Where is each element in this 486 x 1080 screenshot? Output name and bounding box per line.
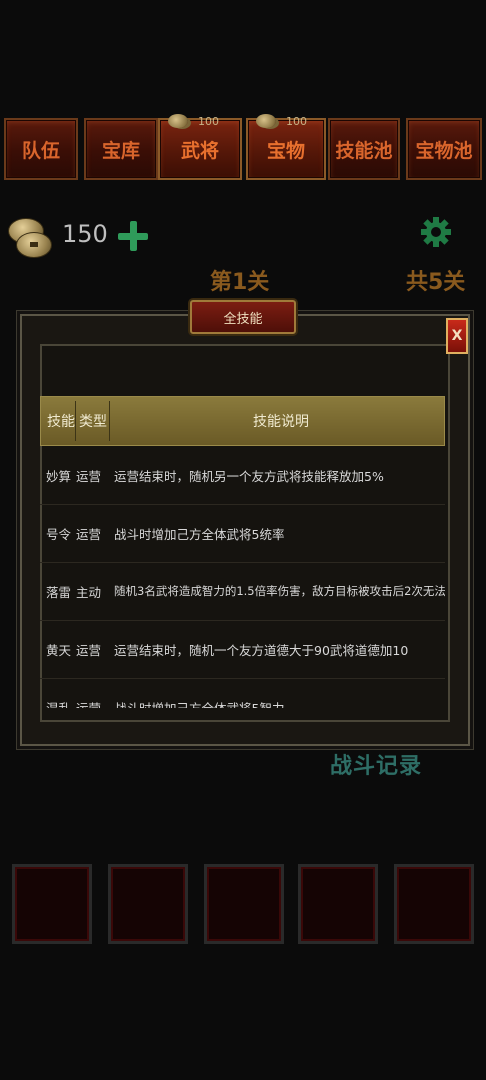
- skill-type: 主动: [76, 584, 102, 600]
- header-type: 类型: [79, 414, 107, 430]
- skill-desc: 随机3名武将造成智力的1.5倍率伤害，敌方目标被攻击后2次无法反伤攻击: [114, 584, 445, 598]
- tab-generals[interactable]: 100 武将: [158, 114, 242, 180]
- tab-treasury[interactable]: 宝库: [84, 118, 158, 180]
- coin-icon: [256, 114, 276, 128]
- tab-label: 宝物池: [415, 139, 473, 162]
- tab-label: 武将: [180, 139, 219, 162]
- tab-label: 宝库: [101, 139, 140, 162]
- skill-type: 运营: [76, 700, 102, 709]
- tab-label: 宝物: [266, 139, 305, 162]
- table-header: 技能 类型 技能说明: [40, 396, 445, 446]
- gold-amount: 150: [62, 220, 108, 248]
- tab-treasure-pool[interactable]: 宝物池: [406, 118, 482, 180]
- table-row: 妙算 运营 运营结束时，随机另一个友方武将技能释放加5%: [40, 446, 445, 505]
- table-row: 黄天 运营 运营结束时，随机一个友方道德大于90武将道德加10: [40, 620, 445, 679]
- coin-icon: [6, 214, 52, 258]
- gear-icon[interactable]: [420, 216, 452, 248]
- tab-skill-pool[interactable]: 技能池: [328, 118, 400, 180]
- skill-name: 黄天: [46, 642, 72, 658]
- coin-icon: [168, 114, 188, 128]
- skill-name: 妙算: [46, 468, 72, 484]
- slot-1[interactable]: [12, 864, 92, 944]
- dialog-title: 全技能: [190, 300, 296, 334]
- slot-2[interactable]: [108, 864, 188, 944]
- skill-desc: 运营结束时，随机一个友方道德大于90武将道德加10: [114, 642, 409, 658]
- slot-4[interactable]: [298, 864, 378, 944]
- close-button[interactable]: X: [446, 318, 468, 354]
- battle-log-button[interactable]: 战斗记录: [330, 748, 422, 780]
- table-row: 落雷 主动 随机3名武将造成智力的1.5倍率伤害，敌方目标被攻击后2次无法反伤攻…: [40, 562, 445, 621]
- skill-name: 落雷: [46, 584, 72, 600]
- tab-badge: 100: [256, 114, 307, 128]
- header-desc: 技能说明: [253, 414, 309, 430]
- slot-5[interactable]: [394, 864, 474, 944]
- tab-treasure[interactable]: 100 宝物: [246, 114, 326, 180]
- skill-type: 运营: [76, 468, 102, 484]
- badge-count: 100: [198, 114, 219, 128]
- skill-list[interactable]: 妙算 运营 运营结束时，随机另一个友方武将技能释放加5% 号令 运营 战斗时增加…: [40, 446, 445, 708]
- tab-team[interactable]: 队伍: [4, 118, 78, 180]
- skill-type: 运营: [76, 526, 102, 542]
- badge-count: 100: [286, 114, 307, 128]
- table-row: 混乱 运营 战斗时增加己方全体武将5智力: [40, 678, 445, 709]
- table-row: 号令 运营 战斗时增加己方全体武将5统率: [40, 504, 445, 563]
- skill-type: 运营: [76, 642, 102, 658]
- tab-label: 技能池: [335, 139, 393, 162]
- tab-badge: 100: [168, 114, 219, 128]
- add-gold-button[interactable]: [116, 219, 150, 253]
- skill-desc: 战斗时增加己方全体武将5智力: [114, 700, 285, 709]
- total-stages: 共5关: [406, 270, 466, 295]
- header-skill: 技能: [47, 414, 75, 430]
- slot-3[interactable]: [204, 864, 284, 944]
- skill-name: 号令: [46, 526, 72, 542]
- current-stage: 第1关: [210, 270, 270, 295]
- skill-name: 混乱: [46, 700, 72, 709]
- skill-desc: 运营结束时，随机另一个友方武将技能释放加5%: [114, 468, 384, 484]
- tab-label: 队伍: [21, 139, 60, 162]
- skill-desc: 战斗时增加己方全体武将5统率: [114, 526, 285, 542]
